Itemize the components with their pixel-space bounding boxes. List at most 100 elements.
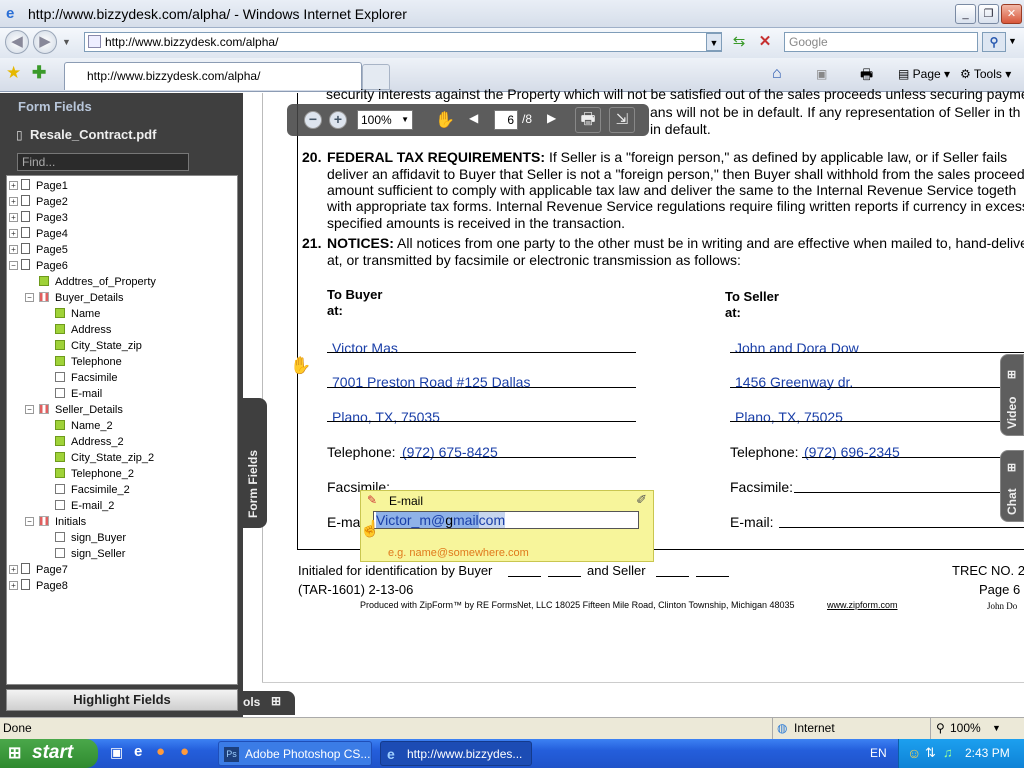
export-icon[interactable]: ⇲	[609, 107, 635, 133]
tree-expander[interactable]: −	[9, 261, 18, 270]
clock[interactable]: 2:43 PM	[965, 739, 1010, 767]
close-window-button[interactable]: ✕	[1001, 4, 1022, 24]
zoom-in-button[interactable]: +	[329, 111, 347, 129]
address-dropdown-icon[interactable]: ▼	[706, 33, 722, 51]
zoom-out-button[interactable]: −	[304, 111, 322, 129]
zoom-magnifier-icon[interactable]: ⚲	[936, 718, 945, 738]
tray-icon-3[interactable]: ♫	[943, 739, 953, 767]
previous-page-button[interactable]: ◀	[469, 111, 478, 125]
pan-hand-icon[interactable]: ✋	[435, 110, 455, 130]
tree-expander[interactable]: +	[9, 197, 18, 206]
page-number-input[interactable]: 6	[494, 110, 518, 130]
highlight-fields-button[interactable]: Highlight Fields	[6, 689, 238, 711]
seller-name-field[interactable]: John and Dora Dow	[735, 340, 859, 356]
tree-item[interactable]: Page8	[21, 578, 68, 594]
firefox-quicklaunch-icon[interactable]: ●	[156, 743, 165, 760]
tree-item[interactable]: Page5	[21, 242, 68, 258]
tree-expander[interactable]: −	[25, 293, 34, 302]
buyer-name-field[interactable]: Victor Mas	[332, 340, 398, 356]
feeds-icon[interactable]: ▣	[816, 64, 827, 84]
tree-expander[interactable]: +	[9, 213, 18, 222]
seller-email-line[interactable]	[779, 527, 1024, 528]
buyer-initial-2[interactable]	[548, 576, 581, 577]
seller-initial-1[interactable]	[656, 576, 689, 577]
history-dropdown-icon[interactable]: ▼	[62, 37, 71, 47]
status-zoom[interactable]: 100%	[950, 718, 981, 738]
tools-tab[interactable]: ols ⊞	[243, 691, 295, 715]
back-button[interactable]: ◀	[5, 30, 29, 54]
video-tab[interactable]: ⊞ Video	[1000, 354, 1024, 436]
tree-item[interactable]: E-mail	[55, 386, 102, 402]
search-input[interactable]: Google	[784, 32, 978, 52]
tray-icon-1[interactable]: ☺	[907, 739, 921, 767]
ie-quicklaunch-icon[interactable]: e	[134, 743, 142, 760]
tree-item[interactable]: Name_2	[55, 418, 113, 434]
tree-item[interactable]: Telephone_2	[55, 466, 134, 482]
tree-item[interactable]: Seller_Details	[39, 402, 123, 418]
tree-item[interactable]: sign_Buyer	[55, 530, 126, 546]
tree-item[interactable]: Page2	[21, 194, 68, 210]
tree-item[interactable]: Address	[55, 322, 111, 338]
tree-expander[interactable]: +	[9, 245, 18, 254]
tree-expander[interactable]: −	[25, 517, 34, 526]
tree-item[interactable]: Initials	[39, 514, 86, 530]
page-menu[interactable]: ▤ Page ▾	[898, 64, 950, 84]
home-icon[interactable]: ⌂	[772, 64, 782, 84]
form-fields-side-tab[interactable]: Form Fields	[243, 398, 267, 528]
popup-settings-icon[interactable]: ✐	[636, 492, 647, 508]
status-zoom-dropdown-icon[interactable]: ▼	[992, 718, 1001, 738]
tree-expander[interactable]: −	[25, 405, 34, 414]
stop-icon[interactable]: ✕	[754, 32, 776, 52]
tree-item[interactable]: Name	[55, 306, 100, 322]
search-options-icon[interactable]: ▼	[1008, 36, 1017, 46]
address-bar[interactable]: http://www.bizzydesk.com/alpha/	[84, 32, 722, 52]
tree-expander[interactable]: +	[9, 229, 18, 238]
tree-item[interactable]: E-mail_2	[55, 498, 114, 514]
tree-item[interactable]: sign_Seller	[55, 546, 125, 562]
seller-initial-2[interactable]	[696, 576, 729, 577]
tree-item[interactable]: City_State_zip	[55, 338, 142, 354]
tree-expander[interactable]: +	[9, 565, 18, 574]
taskbar-item-ie[interactable]: e http://www.bizzydes...	[380, 741, 532, 766]
language-indicator[interactable]: EN	[870, 746, 887, 760]
tree-item[interactable]: Page4	[21, 226, 68, 242]
tree-item[interactable]: Addtres_of_Property	[39, 274, 156, 290]
tree-item[interactable]: Telephone	[55, 354, 122, 370]
search-icon[interactable]: ⚲	[982, 32, 1006, 52]
forward-button[interactable]: ▶	[33, 30, 57, 54]
tools-menu[interactable]: ⚙ Tools ▾	[960, 64, 1011, 84]
zoom-dropdown-icon[interactable]: ▼	[401, 111, 409, 129]
zoom-select[interactable]: 100% ▼	[357, 110, 413, 130]
print-icon[interactable]: 🖶	[860, 64, 873, 84]
buyer-initial-1[interactable]	[508, 576, 541, 577]
seller-city-field[interactable]: Plano, TX, 75025	[735, 409, 843, 425]
favorites-star-icon[interactable]: ★	[6, 63, 21, 83]
zipform-link[interactable]: www.zipform.com	[827, 600, 898, 610]
tree-expander[interactable]: +	[9, 581, 18, 590]
tree-item[interactable]: Page1	[21, 178, 68, 194]
tree-expander[interactable]: +	[9, 181, 18, 190]
minimize-button[interactable]: _	[955, 4, 976, 24]
tree-item[interactable]: Facsimile	[55, 370, 117, 386]
tree-item[interactable]: Address_2	[55, 434, 124, 450]
tree-item[interactable]: Buyer_Details	[39, 290, 123, 306]
start-button[interactable]: ⊞ start	[0, 739, 98, 768]
tree-item[interactable]: Page7	[21, 562, 68, 578]
seller-facsimile-line[interactable]	[794, 492, 1024, 493]
tree-item[interactable]: City_State_zip_2	[55, 450, 154, 466]
restore-button[interactable]: ❐	[978, 4, 999, 24]
buyer-city-field[interactable]: Plano, TX, 75035	[332, 409, 440, 425]
firefox2-quicklaunch-icon[interactable]: ●	[180, 743, 189, 760]
refresh-icon[interactable]: ⇆	[728, 32, 750, 52]
tree-item[interactable]: Page6	[21, 258, 68, 274]
email-input[interactable]: Victor_m@gmailcom	[373, 511, 639, 529]
tray-network-icon[interactable]: ⇅	[925, 739, 936, 767]
tab-bizzydesk[interactable]: http://www.bizzydesk.com/alpha/	[64, 62, 362, 90]
taskbar-item-photoshop[interactable]: Ps Adobe Photoshop CS...	[218, 741, 372, 766]
chat-tab[interactable]: ⊞ Chat	[1000, 450, 1024, 522]
find-field-input[interactable]: Find...	[17, 153, 189, 171]
tree-item[interactable]: Facsimile_2	[55, 482, 130, 498]
print-document-icon[interactable]: 🖶	[575, 107, 601, 133]
next-page-button[interactable]: ▶	[547, 111, 556, 125]
tree-item[interactable]: Page3	[21, 210, 68, 226]
